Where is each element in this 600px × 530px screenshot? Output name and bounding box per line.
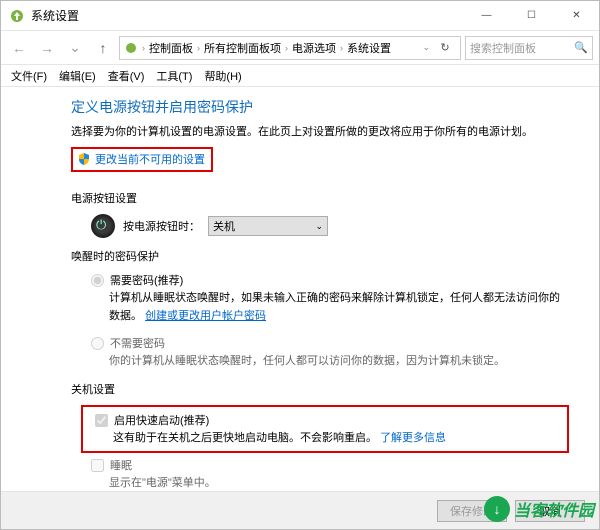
breadcrumb-icon	[124, 41, 138, 55]
chevron-right-icon: ›	[285, 43, 288, 53]
menubar: 文件(F) 编辑(E) 查看(V) 工具(T) 帮助(H)	[1, 65, 599, 87]
app-icon	[9, 8, 25, 24]
radio-no-password-desc: 你的计算机从睡眠状态唤醒时，任何人都可以访问你的数据，因为计算机未锁定。	[109, 353, 569, 371]
menu-file[interactable]: 文件(F)	[5, 66, 53, 86]
window: 系统设置 — ☐ ✕ ← → ⌄ ↑ › 控制面板 › 所有控制面板项 › 电源…	[0, 0, 600, 530]
forward-button[interactable]: →	[35, 36, 59, 60]
section-buttons-heading: 电源按钮设置	[71, 190, 569, 206]
chevron-right-icon: ›	[340, 43, 343, 53]
change-unavailable-link[interactable]: 更改当前不可用的设置	[95, 151, 205, 167]
crumb-power-options[interactable]: 电源选项	[292, 40, 336, 56]
history-dropdown[interactable]: ⌄	[63, 36, 87, 60]
chevron-down-icon: ⌄	[315, 221, 323, 232]
back-button[interactable]: ←	[7, 36, 31, 60]
footer: 保存修改 取消	[1, 491, 599, 529]
menu-tools[interactable]: 工具(T)	[150, 66, 198, 86]
power-button-dropdown[interactable]: 关机 ⌄	[208, 216, 328, 236]
address-bar: ← → ⌄ ↑ › 控制面板 › 所有控制面板项 › 电源选项 › 系统设置 ⌄…	[1, 31, 599, 65]
save-button[interactable]: 保存修改	[437, 500, 507, 522]
page-description: 选择要为你的计算机设置的电源设置。在此页上对设置所做的更改将应用于你所有的电源计…	[71, 123, 569, 139]
checkbox-input[interactable]	[91, 459, 104, 472]
radio-input[interactable]	[91, 337, 104, 350]
dropdown-value: 关机	[213, 218, 235, 234]
create-password-link[interactable]: 创建或更改用户帐户密码	[145, 310, 266, 322]
checkbox-input[interactable]	[95, 414, 108, 427]
chevron-down-icon[interactable]: ⌄	[422, 42, 430, 53]
radio-input[interactable]	[91, 274, 104, 287]
close-button[interactable]: ✕	[554, 1, 599, 30]
crumb-all-items[interactable]: 所有控制面板项	[204, 40, 281, 56]
radio-no-password[interactable]: 不需要密码	[91, 335, 569, 351]
radio-label: 不需要密码	[110, 335, 165, 351]
cancel-button[interactable]: 取消	[515, 500, 585, 522]
section-wake-heading: 唤醒时的密码保护	[71, 248, 569, 264]
highlight-box-1: 更改当前不可用的设置	[71, 147, 213, 172]
search-icon: 🔍	[574, 41, 588, 54]
highlight-box-2: 启用快速启动(推荐) 这有助于在关机之后更快地启动电脑。不会影响重启。 了解更多…	[81, 405, 569, 453]
search-placeholder: 搜索控制面板	[470, 40, 536, 56]
sleep-desc: 显示在"电源"菜单中。	[109, 474, 569, 490]
maximize-button[interactable]: ☐	[509, 1, 554, 30]
breadcrumb[interactable]: › 控制面板 › 所有控制面板项 › 电源选项 › 系统设置 ⌄ ↻	[119, 36, 461, 60]
up-button[interactable]: ↑	[91, 36, 115, 60]
titlebar: 系统设置 — ☐ ✕	[1, 1, 599, 31]
refresh-button[interactable]: ↻	[434, 41, 456, 54]
checkbox-fast-startup[interactable]: 启用快速启动(推荐)	[95, 412, 563, 428]
content-pane: 定义电源按钮并启用密码保护 选择要为你的计算机设置的电源设置。在此页上对设置所做…	[1, 87, 599, 491]
crumb-system-settings[interactable]: 系统设置	[347, 40, 391, 56]
power-button-label: 按电源按钮时：	[123, 218, 200, 234]
menu-help[interactable]: 帮助(H)	[198, 66, 247, 86]
learn-more-link[interactable]: 了解更多信息	[380, 432, 446, 444]
radio-label: 需要密码(推荐)	[110, 272, 183, 288]
chevron-right-icon: ›	[197, 43, 200, 53]
checkbox-label: 启用快速启动(推荐)	[114, 412, 209, 428]
crumb-control-panel[interactable]: 控制面板	[149, 40, 193, 56]
window-title: 系统设置	[31, 7, 464, 24]
checkbox-sleep[interactable]: 睡眠	[91, 457, 569, 473]
search-input[interactable]: 搜索控制面板 🔍	[465, 36, 593, 60]
page-heading: 定义电源按钮并启用密码保护	[71, 97, 569, 117]
fast-startup-desc: 这有助于在关机之后更快地启动电脑。不会影响重启。 了解更多信息	[113, 429, 563, 445]
chevron-right-icon: ›	[142, 43, 145, 53]
menu-edit[interactable]: 编辑(E)	[53, 66, 102, 86]
menu-view[interactable]: 查看(V)	[102, 66, 151, 86]
minimize-button[interactable]: —	[464, 1, 509, 30]
section-shutdown-heading: 关机设置	[71, 381, 569, 397]
power-icon	[91, 214, 115, 238]
radio-require-password[interactable]: 需要密码(推荐)	[91, 272, 569, 288]
shield-icon	[77, 152, 91, 166]
checkbox-label: 睡眠	[110, 457, 132, 473]
radio-require-desc: 计算机从睡眠状态唤醒时，如果未输入正确的密码来解除计算机锁定，任何人都无法访问你…	[109, 290, 569, 325]
